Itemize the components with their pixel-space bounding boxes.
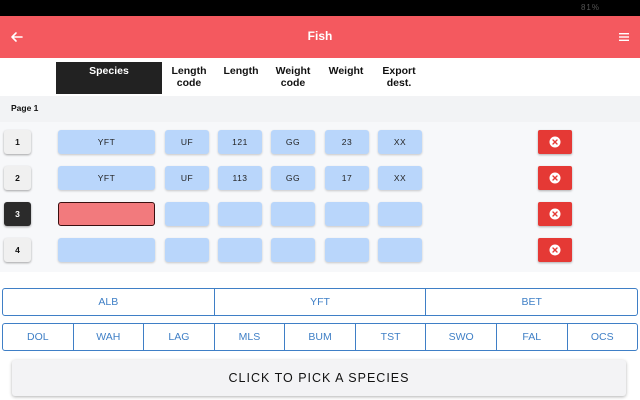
delete-row-button[interactable]	[538, 166, 572, 190]
close-circle-icon	[549, 244, 561, 256]
species-option[interactable]: YFT	[215, 289, 427, 315]
menu-icon[interactable]	[618, 30, 630, 42]
page-label: Page 1	[11, 103, 39, 113]
row-number[interactable]: 2	[4, 166, 31, 190]
table-cell[interactable]: 113	[218, 166, 262, 190]
delete-row-button[interactable]	[538, 238, 572, 262]
column-header[interactable]: Weight	[320, 62, 372, 94]
table-cell[interactable]	[58, 238, 155, 262]
species-option[interactable]: ALB	[3, 289, 215, 315]
table-cell[interactable]	[58, 202, 155, 226]
table-cell[interactable]	[218, 238, 262, 262]
column-header[interactable]: Length	[216, 62, 266, 94]
table-cell[interactable]	[218, 202, 262, 226]
table-cell[interactable]: YFT	[58, 130, 155, 154]
table-cell[interactable]: UF	[165, 166, 209, 190]
table-cell[interactable]: 17	[325, 166, 369, 190]
close-circle-icon	[549, 208, 561, 220]
row-number[interactable]: 1	[4, 130, 31, 154]
delete-row-button[interactable]	[538, 202, 572, 226]
table-cell[interactable]	[271, 238, 315, 262]
close-circle-icon	[549, 136, 561, 148]
species-option[interactable]: LAG	[144, 324, 215, 350]
species-option[interactable]: FAL	[497, 324, 568, 350]
table-cell[interactable]: GG	[271, 166, 315, 190]
table-cell[interactable]: GG	[271, 130, 315, 154]
species-option[interactable]: BET	[426, 289, 637, 315]
close-circle-icon	[549, 172, 561, 184]
table-cell[interactable]: YFT	[58, 166, 155, 190]
table-cell[interactable]	[165, 238, 209, 262]
table-cell[interactable]: 121	[218, 130, 262, 154]
species-option[interactable]: TST	[356, 324, 427, 350]
column-header[interactable]: Species	[56, 62, 162, 94]
table-cell[interactable]	[325, 202, 369, 226]
battery-status: 81%	[580, 3, 600, 12]
column-header-row: Species Length code Length Weight code Weigh…	[0, 58, 640, 96]
table-cell[interactable]: XX	[378, 130, 422, 154]
table-cell[interactable]: XX	[378, 166, 422, 190]
row-number[interactable]: 4	[4, 238, 31, 262]
status-bar: 81%	[0, 0, 640, 16]
table-cell[interactable]	[378, 202, 422, 226]
species-option[interactable]: SWO	[426, 324, 497, 350]
table-cell[interactable]	[165, 202, 209, 226]
column-header[interactable]: Weight code	[266, 62, 320, 94]
table-cell[interactable]	[325, 238, 369, 262]
page-bar: Page 1	[0, 96, 640, 122]
species-option[interactable]: BUM	[285, 324, 356, 350]
table-cell[interactable]: UF	[165, 130, 209, 154]
species-option[interactable]: WAH	[74, 324, 145, 350]
table-cell[interactable]	[378, 238, 422, 262]
species-option[interactable]: MLS	[215, 324, 286, 350]
primary-species-bar: ALB YFT BET	[2, 288, 638, 316]
species-option[interactable]: DOL	[3, 324, 74, 350]
page-title: Fish	[307, 29, 333, 43]
row-number[interactable]: 3	[4, 202, 31, 226]
column-header[interactable]: Export dest.	[372, 62, 426, 94]
species-option[interactable]: OCS	[568, 324, 638, 350]
delete-row-button[interactable]	[538, 130, 572, 154]
pick-species-button[interactable]: CLICK TO PICK A SPECIES	[12, 360, 626, 396]
catch-rows: 1 YFT UF 121 GG 23 XX 2 YFT UF 113 GG 17 XX 3 4	[0, 122, 640, 272]
column-header[interactable]: Length code	[163, 62, 215, 94]
app-bar: Fish	[0, 16, 640, 58]
table-cell[interactable]: 23	[325, 130, 369, 154]
secondary-species-bar: DOL WAH LAG MLS BUM TST SWO FAL OCS	[2, 323, 638, 351]
table-cell[interactable]	[271, 202, 315, 226]
